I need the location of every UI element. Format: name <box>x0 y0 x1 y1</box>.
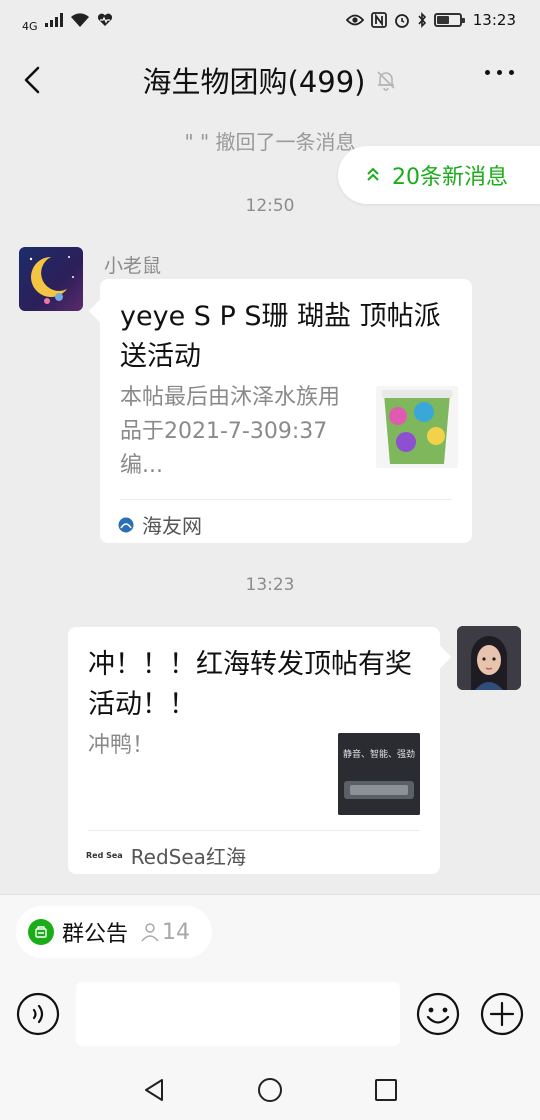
input-bar <box>0 982 540 1046</box>
chat-title: 海生物团购(499) <box>142 65 366 99</box>
back-arrow-icon[interactable] <box>16 62 52 98</box>
card-source: 海友网 <box>118 510 202 539</box>
sender-name: 小老鼠 <box>104 255 162 277</box>
message-timestamp: 12:50 <box>245 196 295 216</box>
site-logo-icon <box>118 517 134 532</box>
link-card[interactable]: 冲！！！红海转发顶帖有奖活动！！ 冲鸭！ 静音、智能、强劲 Red Sea Re… <box>68 627 440 874</box>
status-left: 4G <box>22 9 113 32</box>
card-title: 冲！！！红海转发顶帖有奖活动！！ <box>88 649 412 720</box>
salt-bucket-image <box>376 386 458 468</box>
card-source: Red Sea RedSea红海 <box>86 841 246 870</box>
plus-icon[interactable] <box>480 992 524 1036</box>
bluetooth-icon <box>418 12 426 28</box>
avatar[interactable] <box>457 626 521 690</box>
more-icon[interactable] <box>485 70 514 75</box>
status-time: 13:23 <box>472 10 516 29</box>
product-banner-image: 静音、智能、强劲 <box>338 733 420 815</box>
card-description: 本帖最后由沐泽水族用品于2021-7-309:37编... <box>120 385 341 478</box>
product-banner-text: 静音、智能、强劲 <box>343 748 415 760</box>
message-input[interactable] <box>76 982 400 1046</box>
card-description: 冲鸭！ <box>88 733 155 758</box>
source-name: RedSea红海 <box>130 845 246 869</box>
notice-icon <box>28 919 54 945</box>
mute-bell-icon <box>377 71 396 91</box>
moon-avatar-image <box>29 256 74 304</box>
member-count: 14 <box>140 920 190 945</box>
title-wrap: 海生物团购(499) <box>143 59 398 101</box>
eye-icon <box>345 14 364 26</box>
double-chevron-up-icon <box>367 167 379 181</box>
member-count-value: 14 <box>162 919 191 945</box>
message-timestamp: 13:23 <box>245 575 295 595</box>
redsea-logo: Red Sea <box>86 851 123 860</box>
source-name: 海友网 <box>142 514 202 538</box>
nav-back-icon[interactable] <box>140 1076 168 1104</box>
card-thumbnail <box>376 386 458 468</box>
chat-header: 海生物团购(499) <box>0 40 540 120</box>
notice-label: 群公告 <box>62 922 129 947</box>
heart-icon <box>97 13 112 26</box>
battery-icon <box>433 13 465 27</box>
card-title: yeye S P S珊 瑚盐 顶帖派送活动 <box>120 301 441 372</box>
wifi-icon <box>70 13 89 27</box>
nav-home-icon[interactable] <box>256 1076 284 1104</box>
nav-recent-icon[interactable] <box>372 1076 400 1104</box>
signal-icon <box>44 13 63 27</box>
alarm-icon <box>394 14 409 28</box>
card-thumbnail: 静音、智能、强劲 <box>338 733 420 815</box>
card-divider <box>120 499 452 500</box>
nfc-icon <box>370 12 387 28</box>
card-divider <box>88 830 420 831</box>
status-right: 13:23 <box>345 10 516 29</box>
person-icon <box>141 923 159 942</box>
status-bar: 4G 13:23 <box>0 0 540 40</box>
avatar[interactable] <box>19 247 83 311</box>
user-avatar-image <box>457 626 521 690</box>
new-messages-label: 20条新消息 <box>392 165 508 190</box>
emoji-icon[interactable] <box>416 992 460 1036</box>
voice-icon[interactable] <box>16 992 60 1036</box>
network-type: 4G <box>22 19 38 33</box>
link-card[interactable]: yeye S P S珊 瑚盐 顶帖派送活动 本帖最后由沐泽水族用品于2021-7… <box>100 279 472 543</box>
group-notice-button[interactable]: 群公告 14 <box>16 906 212 958</box>
system-navbar <box>0 1058 540 1120</box>
